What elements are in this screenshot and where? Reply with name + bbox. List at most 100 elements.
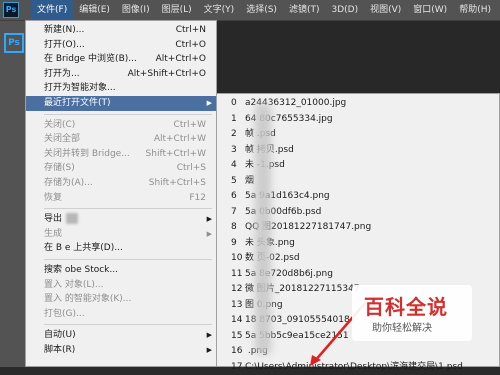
shortcut: Shift+Ctrl+W <box>146 147 206 162</box>
shortcut: Alt+Ctrl+O <box>156 52 206 67</box>
revert-label: 恢复 <box>44 193 62 203</box>
shortcut: Ctrl+O <box>175 38 206 53</box>
scripts-label: 脚本(R) <box>44 345 75 355</box>
item-index: 7 <box>231 205 245 221</box>
menu-item-save-as[interactable]: 存储为(A)... Shift+Ctrl+S <box>26 176 216 191</box>
menu-item-scripts[interactable]: 脚本(R) ▶ <box>26 343 216 358</box>
menu-item-close-all[interactable]: 关闭全部 Alt+Ctrl+W <box>26 132 216 147</box>
save-as-label: 存储为(A)... <box>44 178 93 188</box>
menu-item-revert[interactable]: 恢复 F12 <box>26 191 216 206</box>
new-label: 新建(N)... <box>44 25 84 35</box>
menu-item-save[interactable]: 存储(S) Ctrl+S <box>26 161 216 176</box>
submenu-arrow-icon: ▶ <box>207 328 212 343</box>
item-index: 10 <box>231 251 245 267</box>
shortcut: F12 <box>189 191 206 206</box>
menu-item-place-embedded[interactable]: 置入 对象(L)... <box>26 278 216 293</box>
shortcut: Shift+Ctrl+S <box>149 176 206 191</box>
menu-item-open-as[interactable]: 打开为... Alt+Shift+Ctrl+O <box>26 67 216 82</box>
search-stock-label: 搜索 obe Stock... <box>44 265 118 275</box>
shortcut: Ctrl+S <box>177 161 206 176</box>
item-index: 6 <box>231 189 245 205</box>
item-index: 15 <box>231 329 245 345</box>
close-all-label: 关闭全部 <box>44 134 80 144</box>
automate-label: 自动(U) <box>44 330 76 340</box>
menu-item-automate[interactable]: 自动(U) ▶ <box>26 328 216 343</box>
watermark-title: 百科全说 <box>364 291 448 320</box>
item-index: 9 <box>231 236 245 252</box>
submenu-arrow-icon: ▶ <box>207 227 212 242</box>
redaction-blur <box>66 213 78 224</box>
menu-select[interactable]: 选择(S) <box>240 0 283 20</box>
item-index: 0 <box>231 96 245 112</box>
photoshop-home-icon[interactable]: Ps <box>4 33 24 53</box>
export-label: 导出 <box>44 214 62 224</box>
shortcut: Ctrl+W <box>174 118 206 133</box>
separator <box>44 259 212 260</box>
close-bridge-label: 关闭并转到 Bridge... <box>44 149 130 159</box>
submenu-arrow-icon: ▶ <box>207 96 212 111</box>
menu-item-recent-files[interactable]: 最近打开文件(T) ▶ <box>26 96 216 111</box>
place-linked-label: 置入 的智能对象(K)... <box>44 294 131 304</box>
menu-type[interactable]: 文字(Y) <box>198 0 241 20</box>
share-label: 在 B e 上共享(D)... <box>44 243 123 253</box>
recent-label: 最近打开文件(T) <box>44 98 111 108</box>
item-index: 1 <box>231 112 245 128</box>
menu-edit[interactable]: 编辑(E) <box>73 0 116 20</box>
generate-label: 生成 <box>44 229 62 239</box>
menu-item-open-smart-object[interactable]: 打开为智能对象... <box>26 81 216 96</box>
menu-item-browse-bridge[interactable]: 在 Bridge 中浏览(B)... Alt+Ctrl+O <box>26 52 216 67</box>
menu-item-close[interactable]: 关闭(C) Ctrl+W <box>26 118 216 133</box>
submenu-arrow-icon: ▶ <box>207 343 212 358</box>
item-index: 16 <box>231 344 245 360</box>
menu-item-export[interactable]: 导出 ▶ <box>26 212 216 227</box>
menu-filter[interactable]: 滤镜(T) <box>283 0 326 20</box>
file-name: 数 页-02.psd <box>245 253 300 263</box>
package-label: 打包(G)... <box>44 309 85 319</box>
photoshop-logo-icon[interactable]: Ps <box>3 2 19 18</box>
shortcut: Ctrl+N <box>176 23 206 38</box>
place-embed-label: 置入 对象(L)... <box>44 280 103 290</box>
menu-view[interactable]: 视图(V) <box>364 0 407 20</box>
shortcut: Alt+Shift+Ctrl+O <box>128 67 206 82</box>
file-menu-dropdown: 新建(N)... Ctrl+N 打开(O)... Ctrl+O 在 Bridge 中… <box>25 20 217 367</box>
menu-file[interactable]: 文件(F) <box>31 0 73 20</box>
menu-item-package[interactable]: 打包(G)... <box>26 307 216 322</box>
shortcut: Alt+Ctrl+W <box>154 132 206 147</box>
bridge-label: 在 Bridge 中浏览(B)... <box>44 54 137 64</box>
separator <box>44 324 212 325</box>
submenu-arrow-icon: ▶ <box>207 212 212 227</box>
close-label: 关闭(C) <box>44 120 75 130</box>
menu-item-close-go-bridge[interactable]: 关闭并转到 Bridge... Shift+Ctrl+W <box>26 147 216 162</box>
open-label: 打开(O)... <box>44 40 85 50</box>
item-index: 4 <box>231 158 245 174</box>
item-index: 13 <box>231 298 245 314</box>
menu-item-generate[interactable]: 生成 ▶ <box>26 227 216 242</box>
item-index: 8 <box>231 220 245 236</box>
menu-help[interactable]: 帮助(H) <box>453 0 497 20</box>
menu-image[interactable]: 图像(I) <box>116 0 156 20</box>
menu-3d[interactable]: 3D(D) <box>325 0 364 20</box>
menu-bar: Ps 文件(F) 编辑(E) 图像(I) 图层(L) 文字(Y) 选择(S) 滤… <box>0 0 500 21</box>
item-index: 11 <box>231 267 245 283</box>
redaction-blur <box>255 104 271 354</box>
menu-item-search-stock[interactable]: 搜索 obe Stock... <box>26 263 216 278</box>
watermark: 百科全说 助你轻松解决 <box>352 285 472 341</box>
menu-item-open[interactable]: 打开(O)... Ctrl+O <box>26 38 216 53</box>
item-index: 14 <box>231 313 245 329</box>
menu-layer[interactable]: 图层(L) <box>156 0 198 20</box>
menu-item-share-behance[interactable]: 在 B e 上共享(D)... <box>26 241 216 256</box>
item-index: 12 <box>231 282 245 298</box>
menu-item-new[interactable]: 新建(N)... Ctrl+N <box>26 23 216 38</box>
tools-panel: Ps <box>0 21 26 367</box>
save-label: 存储(S) <box>44 163 75 173</box>
item-index: 5 <box>231 174 245 190</box>
item-index: 17 <box>231 360 245 375</box>
item-index: 3 <box>231 143 245 159</box>
menu-window[interactable]: 窗口(W) <box>407 0 453 20</box>
separator <box>44 114 212 115</box>
separator <box>44 208 212 209</box>
open-smart-label: 打开为智能对象... <box>44 83 116 93</box>
open-as-label: 打开为... <box>44 69 80 79</box>
menu-item-place-linked[interactable]: 置入 的智能对象(K)... <box>26 292 216 307</box>
item-index: 2 <box>231 127 245 143</box>
